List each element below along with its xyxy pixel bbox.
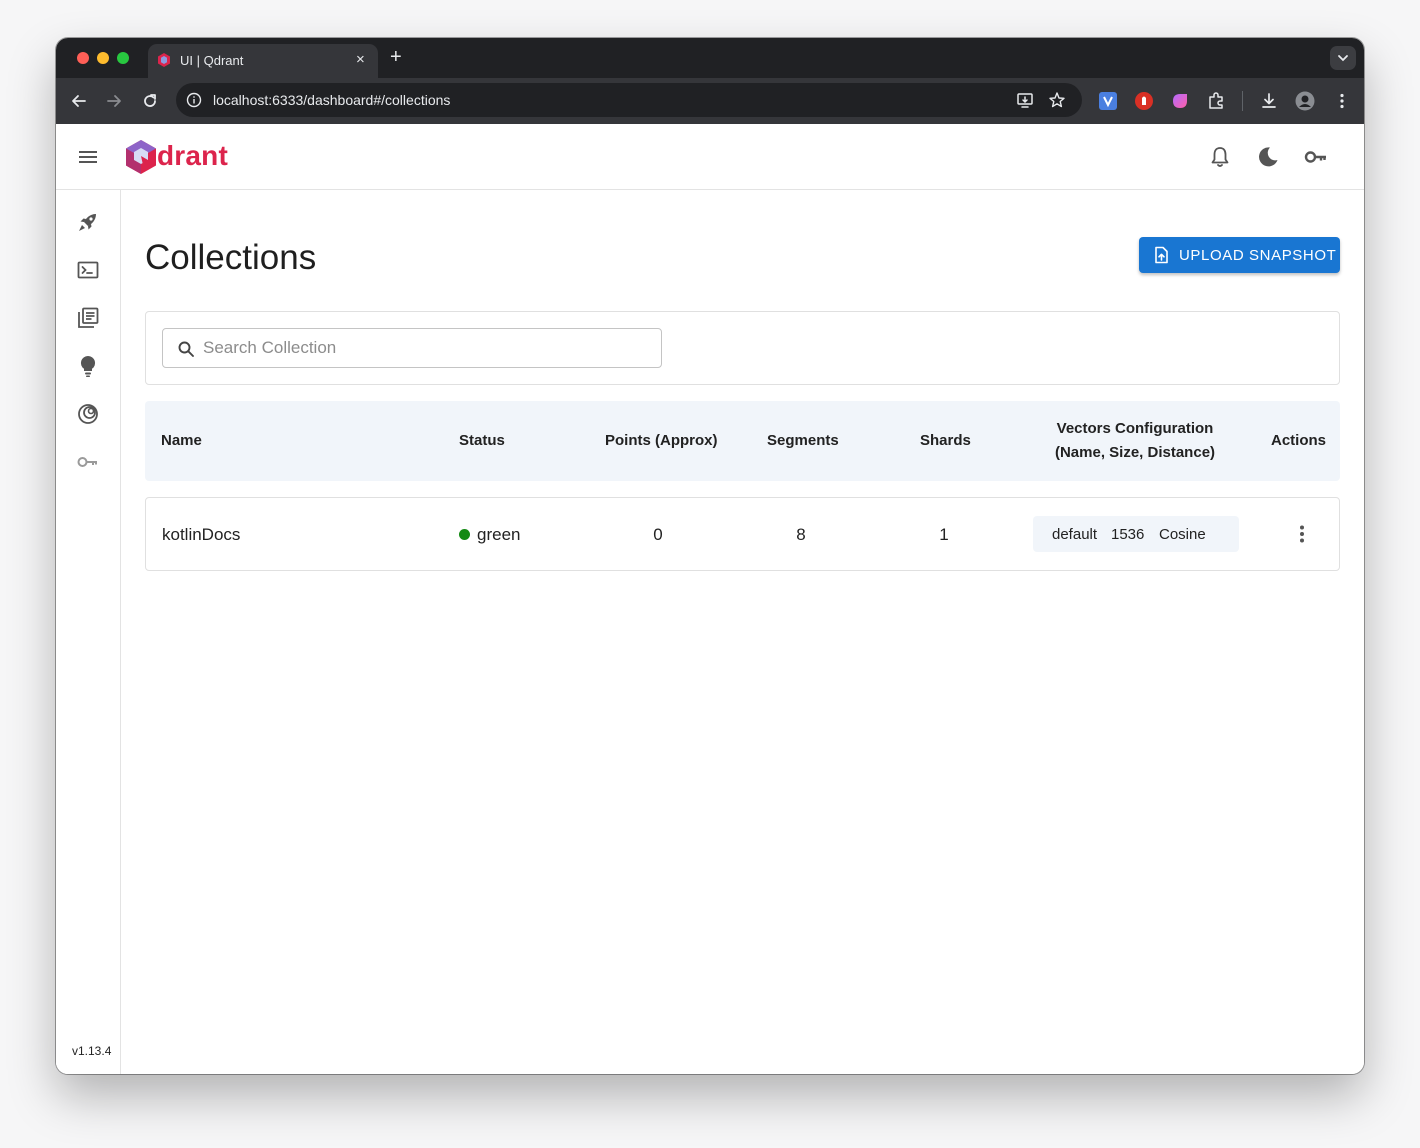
address-bar[interactable]: localhost:6333/dashboard#/collections — [176, 83, 1082, 117]
tab-strip: UI | Qdrant × + — [56, 38, 1364, 78]
lightbulb-icon[interactable] — [76, 354, 100, 378]
browser-toolbar: localhost:6333/dashboard#/collections — [56, 78, 1364, 124]
column-header-actions: Actions — [1271, 432, 1327, 449]
minimize-window-button[interactable] — [97, 52, 109, 64]
column-header-status[interactable]: Status — [459, 432, 505, 449]
collection-status: green — [477, 525, 521, 544]
collection-points: 0 — [653, 525, 663, 544]
vector-config-chip: default 1536 Cosine — [1033, 516, 1239, 552]
tab-search-button[interactable] — [1330, 46, 1356, 70]
qdrant-logo-icon — [126, 140, 156, 174]
extension-v-icon[interactable] — [1098, 91, 1118, 111]
menu-icon[interactable] — [78, 147, 98, 167]
api-key-icon[interactable] — [1303, 144, 1329, 170]
dark-mode-moon-icon[interactable] — [1255, 144, 1281, 170]
column-header-vectors-subtitle: (Name, Size, Distance) — [1054, 444, 1216, 461]
column-header-points[interactable]: Points (Approx) — [605, 432, 718, 449]
qdrant-app: drant v1.13.4 Collections UPLOAD SNAPSHO… — [56, 124, 1364, 1074]
reload-icon[interactable] — [141, 92, 159, 110]
brand-name: drant — [157, 140, 228, 171]
search-icon — [178, 341, 194, 357]
download-icon[interactable] — [1259, 91, 1279, 111]
install-app-icon[interactable] — [1016, 91, 1034, 109]
app-version: v1.13.4 — [72, 1044, 112, 1058]
chevron-down-icon — [1338, 55, 1348, 62]
table-row[interactable]: kotlinDocs green 0 8 1 default 1536 Cosi… — [145, 497, 1340, 571]
back-arrow-icon[interactable] — [70, 92, 88, 110]
new-tab-button[interactable]: + — [390, 47, 402, 67]
collection-name[interactable]: kotlinDocs — [162, 525, 240, 545]
app-bar: drant — [56, 124, 1364, 190]
column-header-name[interactable]: Name — [161, 432, 202, 449]
more-actions-icon[interactable] — [1292, 523, 1312, 545]
console-icon[interactable] — [76, 258, 100, 282]
upload-snapshot-button[interactable]: UPLOAD SNAPSHOT — [1139, 237, 1340, 273]
extension-red-icon[interactable] — [1134, 91, 1154, 111]
vector-name: default — [1052, 526, 1098, 543]
tab-title: UI | Qdrant — [180, 53, 244, 68]
forward-arrow-icon[interactable] — [105, 92, 123, 110]
browser-tab[interactable]: UI | Qdrant × — [148, 44, 378, 78]
extensions-puzzle-icon[interactable] — [1206, 91, 1226, 111]
collections-icon[interactable] — [76, 306, 100, 330]
browser-window: UI | Qdrant × + localhost:6333/dashboard… — [56, 38, 1364, 1074]
datasets-icon[interactable] — [76, 402, 100, 426]
side-navigation: v1.13.4 — [56, 190, 121, 1074]
maximize-window-button[interactable] — [117, 52, 129, 64]
search-input[interactable] — [203, 335, 643, 361]
notifications-bell-icon[interactable] — [1207, 144, 1233, 170]
bookmark-star-icon[interactable] — [1048, 91, 1066, 109]
close-window-button[interactable] — [77, 52, 89, 64]
status-dot — [459, 529, 470, 540]
browser-menu-icon[interactable] — [1332, 91, 1352, 111]
toolbar-divider — [1242, 91, 1243, 111]
extension-gradient-icon[interactable] — [1170, 91, 1190, 111]
vector-size: 1536 — [1111, 526, 1145, 543]
rocket-icon[interactable] — [76, 210, 100, 234]
column-header-vectors: Vectors Configuration — [1056, 420, 1214, 437]
url-text[interactable]: localhost:6333/dashboard#/collections — [213, 92, 450, 108]
site-info-icon[interactable] — [186, 92, 202, 108]
qdrant-favicon-icon — [158, 53, 170, 67]
upload-file-icon — [1155, 246, 1168, 264]
search-card — [145, 311, 1340, 385]
profile-avatar-icon[interactable] — [1295, 91, 1315, 111]
vector-distance: Cosine — [1159, 526, 1206, 543]
collection-segments: 8 — [796, 525, 806, 544]
upload-snapshot-label: UPLOAD SNAPSHOT — [1179, 247, 1337, 264]
table-header: Name Status Points (Approx) Segments Sha… — [145, 401, 1340, 481]
search-field[interactable] — [162, 328, 662, 368]
collection-shards: 1 — [939, 525, 949, 544]
main-content: Collections UPLOAD SNAPSHOT N — [122, 190, 1364, 1074]
page-title: Collections — [145, 238, 317, 277]
tab-close-icon[interactable]: × — [356, 51, 365, 69]
column-header-segments[interactable]: Segments — [767, 432, 839, 449]
column-header-shards[interactable]: Shards — [920, 432, 971, 449]
key-icon[interactable] — [76, 450, 100, 474]
